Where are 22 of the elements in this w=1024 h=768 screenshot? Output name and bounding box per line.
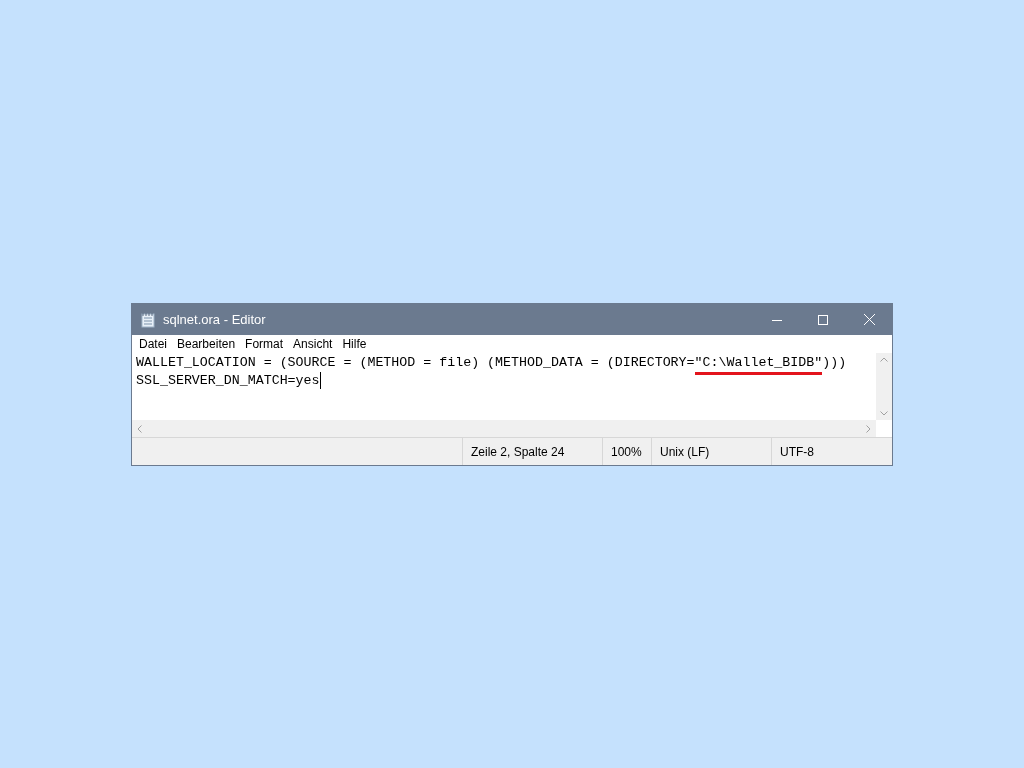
menu-item[interactable]: Bearbeiten: [172, 335, 241, 353]
close-icon: [863, 314, 875, 325]
text-area[interactable]: WALLET_LOCATION = (SOURCE = (METHOD = file) (METHOD_DATA = (DIRECTORY="C:\Wallet_BIDB"))) SSL_SERVER_DN_MATCH=yes: [132, 353, 876, 420]
maximize-icon: [818, 314, 828, 325]
window-title: sqlnet.ora - Editor: [163, 310, 266, 329]
status-text: Zeile 2, Spalte 24: [471, 443, 565, 461]
status-text: Unix (LF): [660, 443, 710, 461]
scroll-right-icon[interactable]: [866, 424, 871, 433]
scroll-up-icon[interactable]: [880, 357, 888, 362]
menu-item[interactable]: Datei: [134, 335, 172, 353]
menu-item[interactable]: Ansicht: [288, 335, 338, 353]
vertical-scrollbar[interactable]: [876, 353, 892, 420]
status-text: 100%: [611, 443, 642, 461]
notepad-icon: [141, 311, 155, 328]
menu-item[interactable]: Format: [240, 335, 289, 353]
text-line: WALLET_LOCATION = (SOURCE = (METHOD = file) (METHOD_DATA = (DIRECTORY="C:\Wallet_BIDB"))): [136, 354, 847, 372]
scroll-left-icon[interactable]: [137, 424, 142, 433]
text-line: SSL_SERVER_DN_MATCH=yes: [136, 372, 321, 390]
horizontal-scrollbar[interactable]: [132, 420, 876, 437]
scroll-down-icon[interactable]: [880, 411, 888, 416]
status-text: UTF-8: [780, 443, 814, 461]
menu-item[interactable]: Hilfe: [337, 335, 372, 353]
